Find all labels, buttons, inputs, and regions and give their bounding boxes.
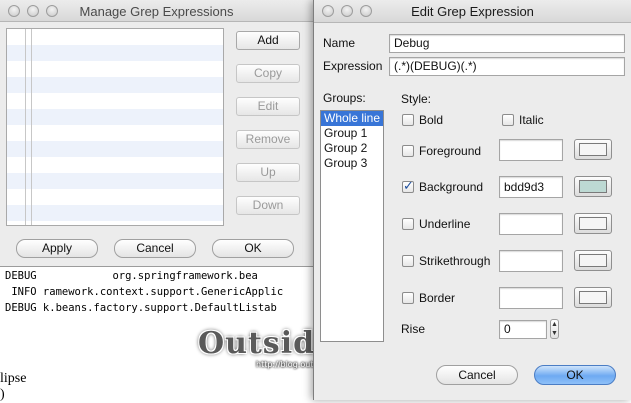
strikethrough-label: Strikethrough: [419, 254, 491, 268]
copy-button[interactable]: Copy: [236, 64, 300, 83]
border-checkbox[interactable]: [402, 292, 414, 304]
expression-label: Expression: [323, 59, 383, 73]
dialog-titlebar: Edit Grep Expression: [314, 0, 631, 23]
style-label: Style:: [401, 92, 432, 106]
border-color-well[interactable]: [574, 287, 612, 308]
rise-field[interactable]: 0: [499, 320, 547, 339]
background-color-field[interactable]: bdd9d3: [499, 176, 563, 198]
groups-list[interactable]: Whole line Group 1 Group 2 Group 3: [320, 110, 384, 342]
name-label: Name: [323, 36, 356, 50]
underline-color-well[interactable]: [574, 213, 612, 234]
down-button[interactable]: Down: [236, 196, 300, 215]
underline-label: Underline: [419, 217, 471, 231]
strikethrough-color-field[interactable]: [499, 250, 563, 272]
window-title: Manage Grep Expressions: [79, 4, 234, 19]
group-item-2[interactable]: Group 2: [321, 141, 383, 156]
group-item-3[interactable]: Group 3: [321, 156, 383, 171]
strikethrough-color-well[interactable]: [574, 250, 612, 271]
stepper-down-icon[interactable]: ▼: [551, 330, 558, 337]
name-field[interactable]: Debug: [389, 34, 625, 53]
group-item-whole-line[interactable]: Whole line: [321, 111, 383, 126]
list-column-divider: [25, 29, 26, 225]
group-item-1[interactable]: Group 1: [321, 126, 383, 141]
bold-label: Bold: [419, 113, 444, 127]
add-button[interactable]: Add: [236, 31, 300, 50]
rise-label: Rise: [401, 322, 426, 336]
underline-checkbox[interactable]: [402, 218, 414, 230]
stepper-up-icon[interactable]: ▲: [551, 321, 558, 328]
console-line: INFO ramework.context.support.GenericApp…: [5, 286, 284, 298]
expression-list[interactable]: [6, 28, 224, 226]
border-color-field[interactable]: [499, 287, 563, 309]
edit-button[interactable]: Edit: [236, 97, 300, 116]
ok-button[interactable]: OK: [212, 239, 294, 258]
console-line: DEBUG org.springframework.bea: [5, 270, 258, 282]
cancel-button[interactable]: Cancel: [114, 239, 196, 258]
list-column-divider: [31, 29, 32, 225]
border-label: Border: [419, 291, 456, 305]
manage-titlebar: Manage Grep Expressions: [0, 0, 313, 22]
dialog-cancel-button[interactable]: Cancel: [436, 365, 518, 385]
foreground-label: Foreground: [419, 144, 482, 158]
italic-checkbox[interactable]: [502, 114, 514, 126]
remove-button[interactable]: Remove: [236, 130, 300, 149]
background-text: lipse: [0, 371, 27, 386]
italic-label: Italic: [519, 113, 544, 127]
manage-grep-window: Manage Grep Expressions Add Copy Edit Re…: [0, 0, 314, 372]
up-button[interactable]: Up: [236, 163, 300, 182]
underline-color-field[interactable]: [499, 213, 563, 235]
rise-stepper[interactable]: ▲ ▼: [550, 319, 559, 339]
bold-checkbox[interactable]: [402, 114, 414, 126]
background-label: Background: [419, 180, 484, 194]
edit-grep-dialog: Edit Grep Expression Name Debug Expressi…: [313, 0, 631, 400]
background-checkbox[interactable]: [402, 179, 414, 194]
foreground-color-well[interactable]: [574, 139, 612, 160]
apply-button[interactable]: Apply: [16, 239, 98, 258]
background-text: ): [0, 387, 5, 402]
groups-label: Groups:: [323, 91, 366, 105]
console-line: DEBUG k.beans.factory.support.DefaultLis…: [5, 302, 277, 314]
foreground-color-field[interactable]: [499, 139, 563, 161]
strikethrough-checkbox[interactable]: [402, 255, 414, 267]
dialog-title: Edit Grep Expression: [411, 4, 534, 19]
expression-field[interactable]: (.*)(DEBUG)(.*): [389, 57, 625, 76]
foreground-checkbox[interactable]: [402, 145, 414, 157]
dialog-ok-button[interactable]: OK: [534, 365, 616, 385]
background-color-well[interactable]: [574, 176, 612, 197]
